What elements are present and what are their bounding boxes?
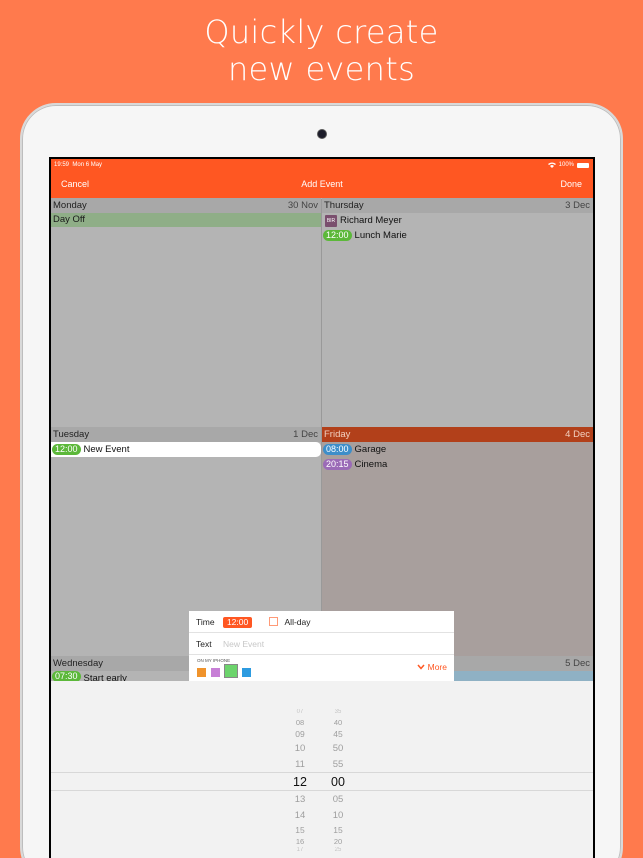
calendar-label: ON MY IPHONE [197,658,231,663]
new-event-row[interactable]: 12:00 New Event [51,442,321,457]
cancel-button[interactable]: Cancel [61,171,89,198]
minute-option[interactable]: 10 [318,810,358,821]
time-value[interactable]: 12:00 [222,617,253,628]
minute-option[interactable]: 55 [318,759,358,770]
headline-line-1: Quickly create [204,13,439,51]
calendar-swatch-blue[interactable] [242,668,251,677]
chevron-down-icon [417,664,425,670]
day-name: Tuesday [53,429,90,440]
event-title: New Event [83,444,130,455]
day-header: Tuesday 1 Dec [51,427,321,442]
calendar-swatches [197,664,251,678]
minute-option[interactable]: 35 [318,709,358,715]
birthday-event[interactable]: BIR Richard Meyer [322,213,593,228]
day-header: Monday 30 Nov [51,198,321,213]
event-text-input[interactable]: New Event [223,639,264,649]
calendar-swatch-orange[interactable] [197,668,206,677]
minute-option[interactable]: 05 [318,794,358,805]
minute-option[interactable]: 25 [318,847,358,853]
text-label: Text [196,639,212,649]
camera-icon [318,130,326,138]
day-name: Thursday [324,200,364,211]
day-date: 5 Dec [565,658,590,669]
day-date: 4 Dec [565,429,590,440]
event-title: Start early [83,673,127,681]
status-bar: 19:59 Mon 6 May 100% [51,159,593,171]
status-date: Mon 6 May [72,162,103,168]
minute-option[interactable]: 45 [318,729,358,739]
battery-icon [577,162,589,168]
status-clock: 19:59 [54,162,70,168]
device-screen: 19:59 Mon 6 May 100% Add Event Cancel Do… [49,157,595,858]
minute-option[interactable]: 20 [318,837,358,846]
picker-selection-bottom [51,790,593,791]
minute-option[interactable]: 40 [318,718,358,727]
minute-option[interactable]: 00 [318,775,358,789]
event-time: 08:00 [323,444,352,455]
picker-selection-top [51,772,593,773]
day-date: 3 Dec [565,200,590,211]
event-row[interactable]: 12:00 Lunch Marie [322,228,593,243]
hour-option[interactable]: 14 [280,810,320,821]
hour-option[interactable]: 11 [280,759,320,770]
text-row: Text New Event [189,633,454,655]
day-header: Friday 4 Dec [322,427,593,442]
hour-option[interactable]: 10 [280,743,320,754]
time-row: Time 12:00 All-day [189,611,454,633]
allday-checkbox[interactable] [268,617,278,626]
day-name: Monday [53,200,87,211]
event-title: Richard Meyer [340,215,402,226]
nav-title: Add Event [301,179,343,189]
calendar-swatch-purple[interactable] [211,668,220,677]
headline-line-2: new events [227,50,416,88]
event-title: Cinema [354,459,388,470]
quick-add-popup: Time 12:00 All-day Text New Event ON MY … [189,611,454,681]
day-thursday[interactable]: Thursday 3 Dec BIR Richard Meyer 12:00 L… [322,198,593,427]
hour-option[interactable]: 09 [280,729,320,739]
battery-percent: 100% [558,162,574,168]
event-title: Garage [354,444,387,455]
headline: Quickly create new events [0,14,643,88]
status-time: 19:59 Mon 6 May [54,159,102,171]
minute-option[interactable]: 50 [318,743,358,754]
day-date: 1 Dec [293,429,318,440]
calendar-swatch-green[interactable] [224,664,238,678]
event-title: Lunch Marie [354,230,407,241]
minute-option[interactable]: 15 [318,825,358,835]
event-row[interactable]: 08:00 Garage [322,442,593,457]
day-name: Friday [324,429,351,440]
hour-option[interactable]: 17 [280,847,320,853]
hour-option[interactable]: 16 [280,837,320,846]
column-divider [321,199,322,679]
hour-option[interactable]: 13 [280,794,320,805]
allday-event[interactable]: Day Off [51,213,321,227]
event-row[interactable]: 20:15 Cinema [322,457,593,472]
wifi-icon [547,162,556,168]
nav-bar: Add Event Cancel Done [51,171,593,198]
time-label: Time [196,617,215,627]
more-label: More [427,662,447,672]
event-time: 20:15 [323,459,352,470]
status-right: 100% [547,159,589,171]
event-time: 07:30 [52,671,81,681]
app-view: 19:59 Mon 6 May 100% Add Event Cancel Do… [51,159,593,858]
hour-option[interactable]: 08 [280,718,320,727]
time-picker[interactable]: 07 08 09 10 11 12 13 14 15 16 17 35 40 45 50 55 00 05 10 1… [51,681,593,858]
allday-label: All-day [284,617,311,627]
hour-option[interactable]: 15 [280,825,320,835]
day-name: Wednesday [53,658,103,669]
event-time: 12:00 [323,230,352,241]
birthday-cake-icon: BIR [325,214,337,227]
event-time: 12:00 [52,444,81,455]
day-date: 30 Nov [287,200,318,211]
hour-option[interactable]: 12 [280,775,320,789]
day-monday[interactable]: Monday 30 Nov Day Off [51,198,321,427]
hour-option[interactable]: 07 [280,709,320,715]
day-header: Thursday 3 Dec [322,198,593,213]
calendar-row: ON MY IPHONE More [189,655,454,681]
more-button[interactable]: More [417,662,447,672]
done-button[interactable]: Done [560,171,582,198]
